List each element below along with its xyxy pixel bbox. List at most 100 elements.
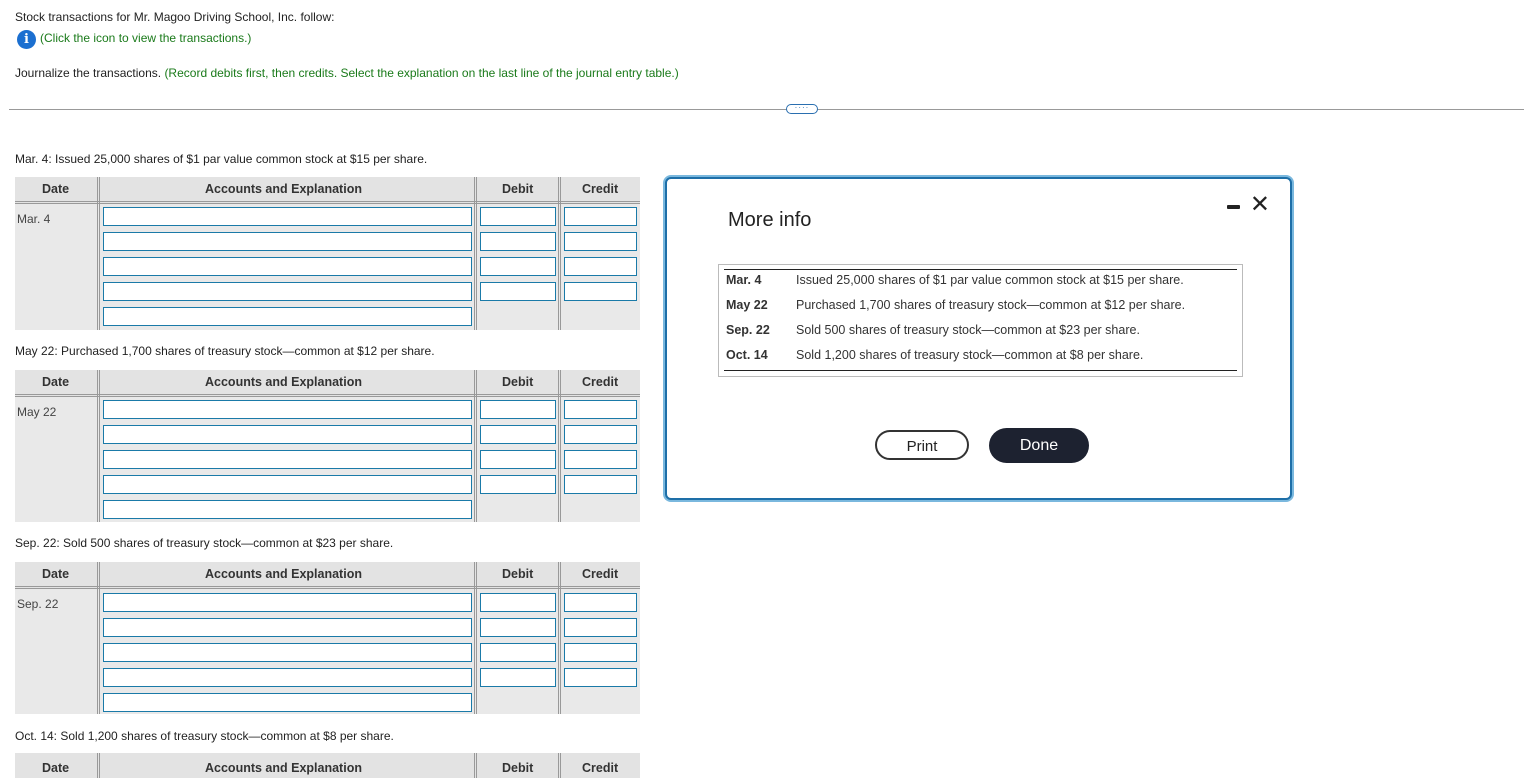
journal-table-oct14: Date Accounts and Explanation Debit Cred… [15,753,640,778]
journalize-hint: (Record debits first, then credits. Sele… [164,66,679,80]
date-cell: Sep. 22 [17,597,59,611]
debit-input[interactable] [480,668,556,687]
instructions: Journalize the transactions. (Record deb… [15,66,679,80]
date-cell: Mar. 4 [17,212,51,226]
explanation-input[interactable] [103,693,472,712]
account-input[interactable] [103,232,472,251]
row-text: Sold 1,200 shares of treasury stock—comm… [796,348,1144,362]
account-input[interactable] [103,668,472,687]
table-rule [724,269,1237,270]
col-date: Date [42,761,70,775]
column-separator [474,370,477,522]
credit-input[interactable] [564,282,637,301]
intro-text: Stock transactions for Mr. Magoo Driving… [15,10,335,24]
col-date: Date [42,182,70,196]
journalize-text: Journalize the transactions. [15,66,162,80]
account-input[interactable] [103,282,472,301]
col-credit: Credit [582,761,619,775]
close-icon[interactable]: ✕ [1250,193,1270,217]
dialog-title: More info [728,209,812,231]
section-divider [9,109,1524,110]
row-date: May 22 [726,298,768,312]
credit-input[interactable] [564,207,637,226]
more-info-dialog: More info ✕ Mar. 4 Issued 25,000 shares … [665,177,1292,500]
column-separator [97,753,100,778]
table-header: Date Accounts and Explanation Debit Cred… [15,370,640,397]
section-label-may22: May 22: Purchased 1,700 shares of treasu… [15,344,435,358]
row-date: Mar. 4 [726,273,762,287]
credit-input[interactable] [564,618,637,637]
row-text: Sold 500 shares of treasury stock—common… [796,323,1140,337]
debit-input[interactable] [480,450,556,469]
debit-input[interactable] [480,400,556,419]
expand-handle[interactable]: ···· [786,104,818,114]
credit-input[interactable] [564,425,637,444]
account-input[interactable] [103,475,472,494]
col-accounts: Accounts and Explanation [205,761,362,775]
column-separator [558,177,561,330]
column-separator [474,753,477,778]
row-date: Oct. 14 [726,348,768,362]
account-input[interactable] [103,593,472,612]
column-separator [558,562,561,714]
col-credit: Credit [582,567,619,581]
col-debit: Debit [502,375,534,389]
debit-input[interactable] [480,618,556,637]
table-header: Date Accounts and Explanation Debit Cred… [15,177,640,204]
journal-table-sep22: Date Accounts and Explanation Debit Cred… [15,562,640,714]
account-input[interactable] [103,425,472,444]
col-credit: Credit [582,375,619,389]
table-header: Date Accounts and Explanation Debit Cred… [15,562,640,589]
date-cell: May 22 [17,405,57,419]
credit-input[interactable] [564,475,637,494]
credit-input[interactable] [564,643,637,662]
explanation-input[interactable] [103,500,472,519]
credit-input[interactable] [564,232,637,251]
credit-input[interactable] [564,257,637,276]
debit-input[interactable] [480,282,556,301]
debit-input[interactable] [480,232,556,251]
account-input[interactable] [103,400,472,419]
account-input[interactable] [103,618,472,637]
account-input[interactable] [103,207,472,226]
col-debit: Debit [502,567,534,581]
column-separator [558,753,561,778]
debit-input[interactable] [480,257,556,276]
debit-input[interactable] [480,475,556,494]
done-button[interactable]: Done [989,428,1089,463]
row-text: Issued 25,000 shares of $1 par value com… [796,273,1184,287]
col-accounts: Accounts and Explanation [205,567,362,581]
transactions-table: Mar. 4 Issued 25,000 shares of $1 par va… [718,264,1243,377]
credit-input[interactable] [564,400,637,419]
debit-input[interactable] [480,425,556,444]
row-text: Purchased 1,700 shares of treasury stock… [796,298,1186,312]
journal-table-mar4: Date Accounts and Explanation Debit Cred… [15,177,640,330]
explanation-input[interactable] [103,307,472,326]
column-separator [97,370,100,522]
col-debit: Debit [502,761,534,775]
column-separator [474,562,477,714]
info-icon[interactable]: i [17,30,36,49]
debit-input[interactable] [480,207,556,226]
col-credit: Credit [582,182,619,196]
column-separator [558,370,561,522]
column-separator [97,177,100,330]
col-accounts: Accounts and Explanation [205,182,362,196]
credit-input[interactable] [564,668,637,687]
account-input[interactable] [103,450,472,469]
account-input[interactable] [103,643,472,662]
column-separator [474,177,477,330]
debit-input[interactable] [480,643,556,662]
minimize-icon[interactable] [1227,205,1240,209]
table-rule [724,370,1237,371]
debit-input[interactable] [480,593,556,612]
credit-input[interactable] [564,593,637,612]
account-input[interactable] [103,257,472,276]
section-label-mar4: Mar. 4: Issued 25,000 shares of $1 par v… [15,152,428,166]
print-button[interactable]: Print [875,430,969,460]
credit-input[interactable] [564,450,637,469]
view-transactions-link[interactable]: (Click the icon to view the transactions… [40,31,251,45]
section-label-sep22: Sep. 22: Sold 500 shares of treasury sto… [15,536,394,550]
col-date: Date [42,375,70,389]
row-date: Sep. 22 [726,323,770,337]
